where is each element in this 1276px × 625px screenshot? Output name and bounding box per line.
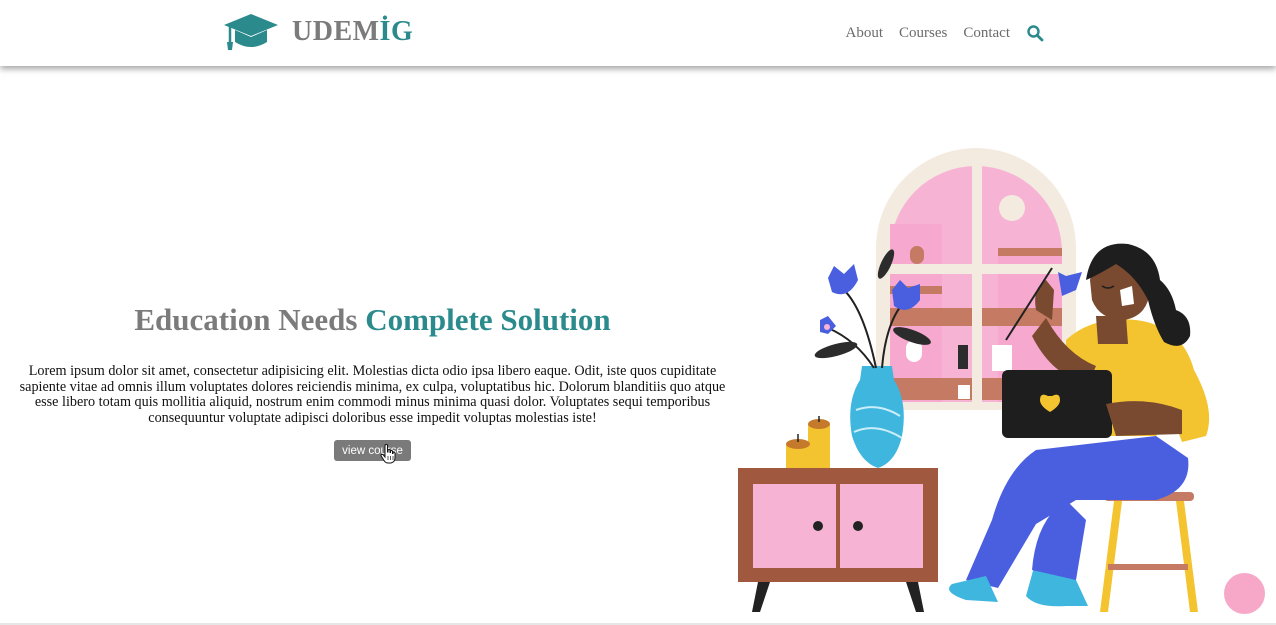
logo-text-part2: İG	[379, 16, 414, 47]
hero-title-part2: Complete Solution	[365, 302, 611, 337]
hero-title: Education Needs Complete Solution	[6, 300, 739, 340]
hand-cursor-icon	[380, 444, 396, 464]
site-header: UDEMİG About Courses Contact	[0, 0, 1276, 66]
cabinet-illustration	[738, 468, 938, 612]
nav-about[interactable]: About	[846, 22, 884, 44]
hero-illustration	[738, 148, 1210, 612]
candles-illustration	[786, 416, 830, 468]
view-course-button[interactable]: view course	[334, 440, 411, 462]
nav-contact[interactable]: Contact	[963, 22, 1010, 44]
graduation-cap-icon	[224, 14, 278, 50]
stool-illustration	[1100, 492, 1198, 612]
search-icon[interactable]	[1026, 24, 1044, 42]
hero-title-part1: Education Needs	[134, 302, 358, 337]
main-nav: About Courses Contact	[830, 22, 1045, 44]
nav-courses[interactable]: Courses	[899, 22, 947, 44]
floating-action-button[interactable]	[1224, 573, 1265, 614]
logo[interactable]: UDEMİG	[222, 12, 413, 52]
logo-text-part1: UDEM	[292, 16, 380, 47]
hero-content: Education Needs Complete Solution Lorem …	[6, 300, 739, 462]
hero-button-wrap: view course	[6, 440, 739, 462]
logo-text: UDEMİG	[292, 12, 413, 52]
hero-description: Lorem ipsum dolor sit amet, consectetur …	[19, 363, 726, 426]
